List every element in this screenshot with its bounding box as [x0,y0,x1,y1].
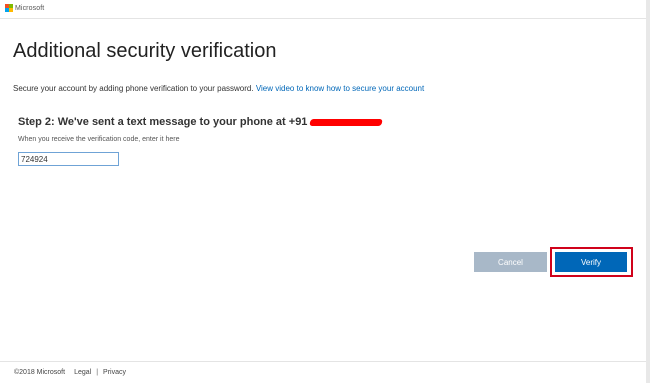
video-link[interactable]: View video to know how to secure your ac… [256,84,424,93]
top-bar: Microsoft [0,0,646,19]
page-title: Additional security verification [13,40,277,62]
verification-code-input[interactable] [18,152,119,166]
privacy-link[interactable]: Privacy [103,369,126,376]
redacted-phone-number [309,118,384,126]
microsoft-logo-icon [5,4,13,12]
copyright: ©2018 Microsoft [14,369,66,376]
microsoft-logo: Microsoft [5,4,44,12]
step-heading: Step 2: We've sent a text message to you… [18,116,384,128]
code-hint: When you receive the verification code, … [18,136,180,143]
legal-link[interactable]: Legal [74,369,91,376]
description: Secure your account by adding phone veri… [13,84,424,93]
footer-separator: | [96,369,99,376]
description-text: Secure your account by adding phone veri… [13,84,254,93]
verification-page: Microsoft Additional security verificati… [0,0,650,383]
cancel-button[interactable]: Cancel [474,252,547,272]
footer: ©2018 Microsoft Legal | Privacy [0,361,646,383]
step-text: Step 2: We've sent a text message to you… [18,116,308,128]
verify-button[interactable]: Verify [555,252,627,272]
brand-name: Microsoft [15,4,45,12]
